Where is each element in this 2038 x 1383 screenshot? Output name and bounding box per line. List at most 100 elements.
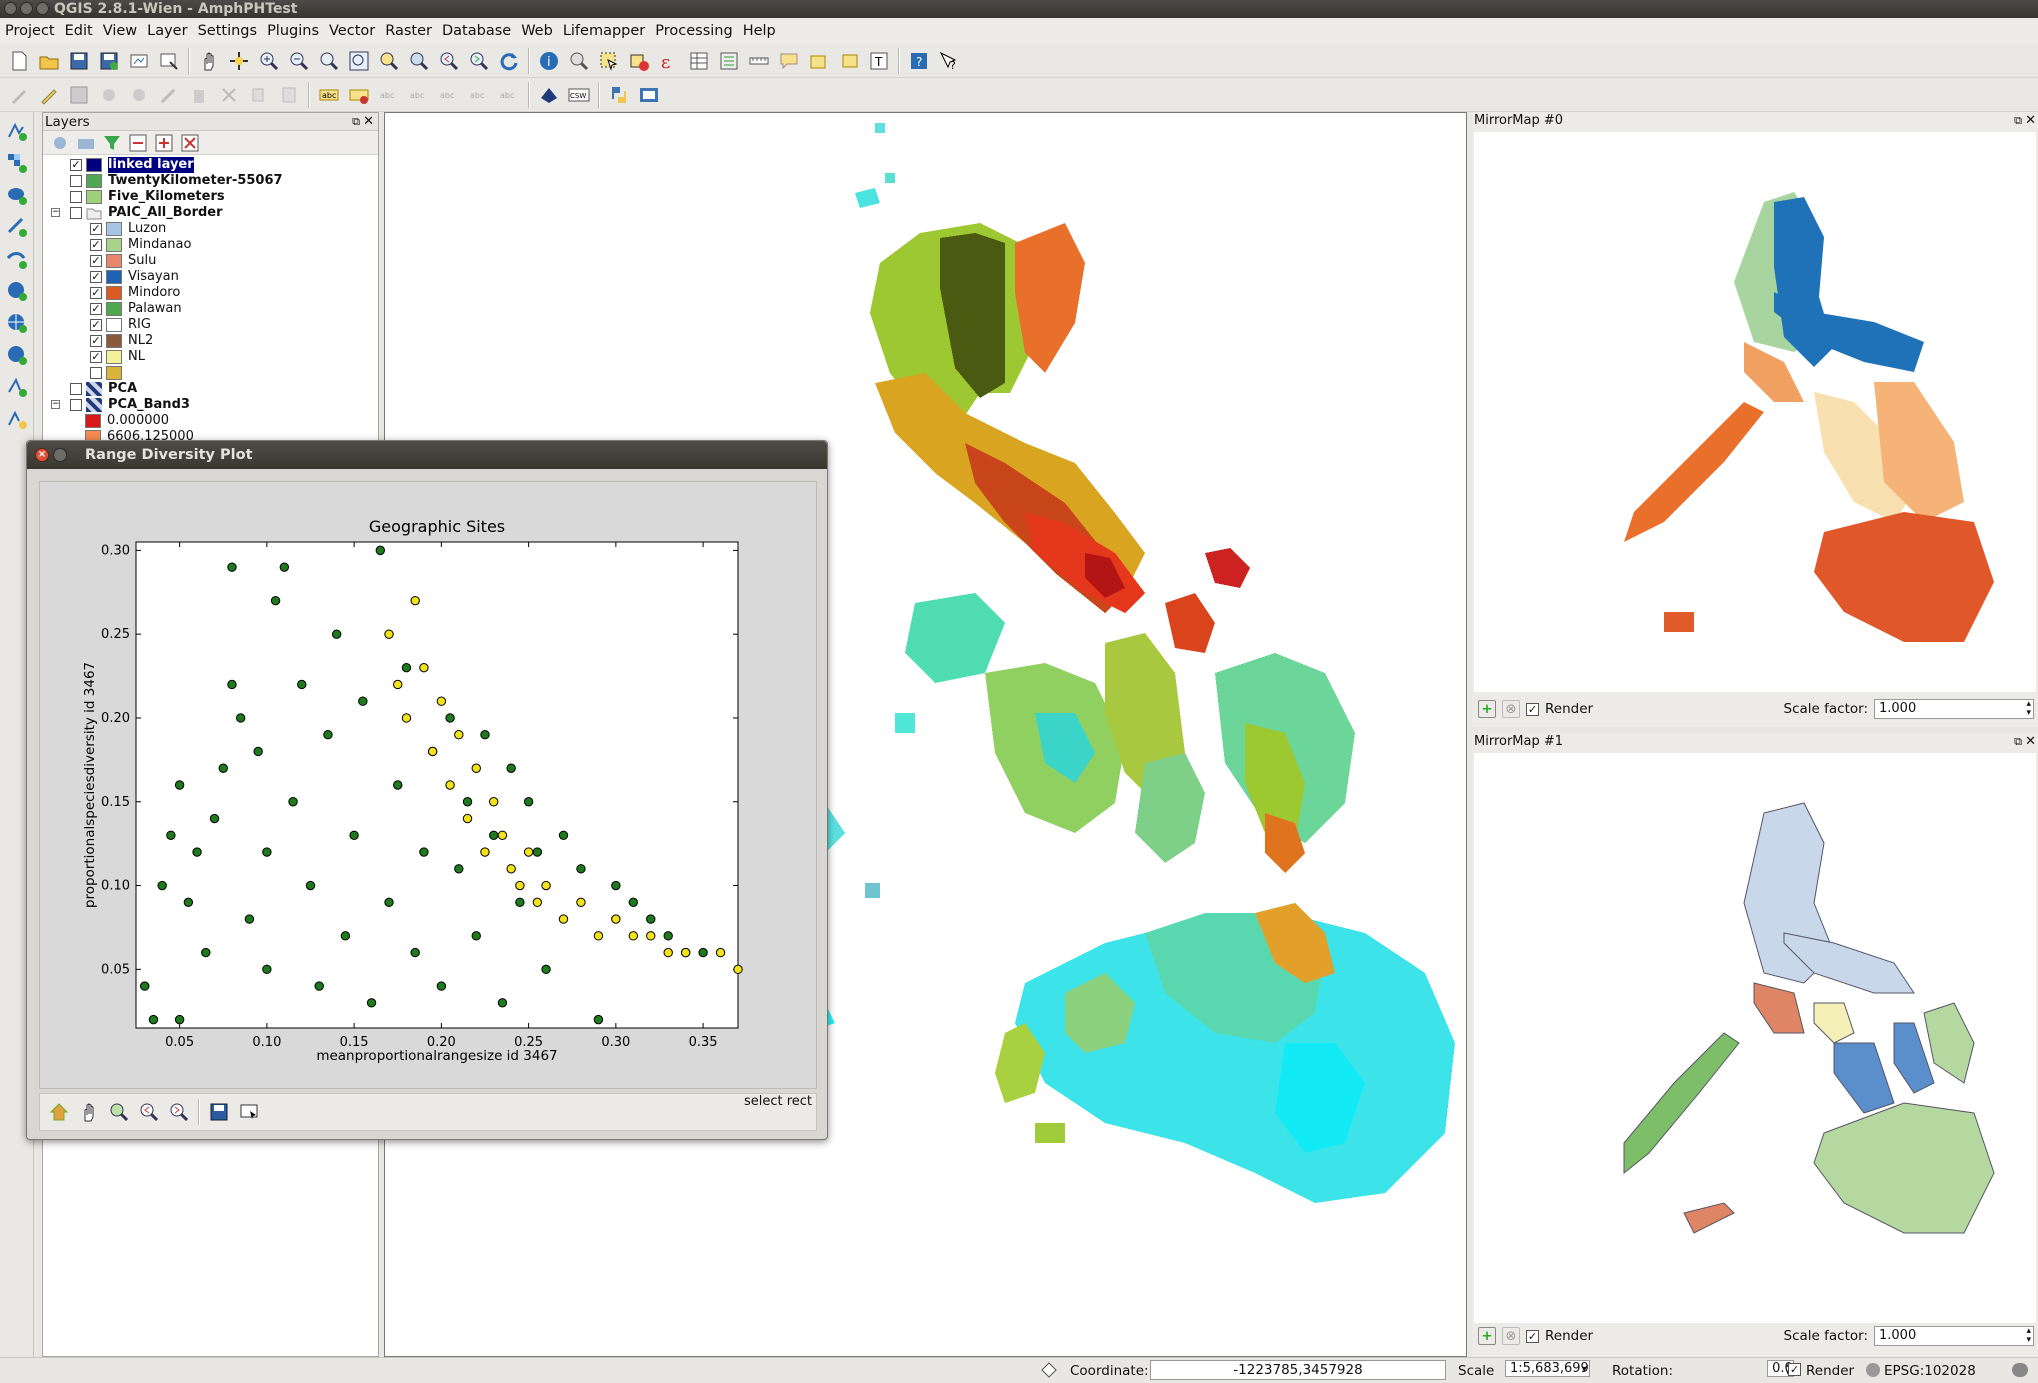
map-tip-bubble-icon[interactable] [776, 48, 802, 74]
scatter-point[interactable] [227, 679, 237, 690]
scatter-point[interactable] [454, 864, 464, 874]
deselect-icon[interactable] [626, 48, 652, 74]
crs-status[interactable]: EPSG:102028 [1884, 1363, 1976, 1379]
scatter-point[interactable] [401, 713, 412, 723]
layer-tree-item[interactable]: 0.000000 [43, 413, 378, 429]
scatter-point[interactable] [358, 696, 368, 706]
select-by-expression-icon[interactable]: ε [656, 48, 682, 74]
float-panel-icon[interactable]: ⧉ [352, 113, 360, 131]
add-mssql-layer-icon[interactable] [4, 246, 30, 272]
scatter-point[interactable] [576, 864, 586, 874]
layer-visibility-checkbox[interactable] [70, 191, 82, 203]
node-tool-icon[interactable] [156, 82, 182, 108]
layer-tree-item[interactable]: ✓ NL [43, 349, 378, 365]
select-features-icon[interactable] [596, 48, 622, 74]
scatter-point[interactable] [558, 914, 569, 924]
scatter-point[interactable] [576, 897, 586, 908]
new-bookmark-icon[interactable] [806, 48, 832, 74]
scatter-point[interactable] [497, 830, 508, 840]
scale-combo[interactable]: 1:5,683,699 ▾ [1505, 1360, 1590, 1377]
change-label-icon[interactable]: abc [496, 82, 522, 108]
scatter-point[interactable] [410, 595, 420, 606]
pin-labels-icon[interactable]: abc [376, 82, 402, 108]
scatter-point[interactable] [480, 730, 490, 740]
zoom-to-layer-icon[interactable] [406, 48, 432, 74]
new-shapefile-layer-icon[interactable] [4, 406, 30, 432]
add-wcs-layer-icon[interactable] [4, 342, 30, 368]
delete-selected-icon[interactable] [186, 82, 212, 108]
scatter-point[interactable] [384, 629, 394, 639]
scatter-point[interactable] [497, 998, 508, 1008]
scatter-point[interactable] [297, 679, 307, 690]
composer-manager-icon[interactable] [156, 48, 182, 74]
zoom-in-icon[interactable] [256, 48, 282, 74]
scatter-point[interactable] [174, 780, 185, 790]
render-checkbox[interactable]: ✓ [1526, 702, 1539, 716]
add-mirror-icon[interactable]: + [1478, 700, 1496, 718]
menu-vector[interactable]: Vector [326, 23, 382, 39]
scatter-point[interactable] [323, 730, 333, 740]
zoom-last-icon[interactable] [436, 48, 462, 74]
scatter-plot[interactable]: Geographic Sites meanproportionalrangesi… [40, 482, 816, 1088]
layer-visibility-checkbox[interactable] [70, 399, 82, 411]
zoom-icon[interactable] [106, 1099, 132, 1125]
scatter-point[interactable] [462, 813, 473, 824]
collapse-all-icon[interactable] [153, 133, 175, 153]
layer-tree-item[interactable]: ✓ Visayan [43, 269, 378, 285]
scatter-point[interactable] [715, 947, 726, 958]
messages-icon[interactable] [2012, 1363, 2028, 1377]
layer-tree-item[interactable]: ✓ RIG [43, 317, 378, 333]
home-icon[interactable] [46, 1099, 72, 1125]
scatter-point[interactable] [244, 914, 255, 924]
float-panel-icon[interactable]: ⧉ [2014, 112, 2022, 130]
menu-processing[interactable]: Processing [652, 23, 739, 39]
scatter-point[interactable] [140, 981, 150, 991]
scatter-point[interactable] [209, 813, 220, 824]
scatter-point[interactable] [157, 880, 167, 891]
select-rect-icon[interactable] [236, 1099, 262, 1125]
add-wfs-layer-icon[interactable] [4, 374, 30, 400]
scatter-point[interactable] [663, 931, 673, 941]
scatter-point[interactable] [227, 562, 237, 572]
zoom-next-icon[interactable] [466, 48, 492, 74]
layer-tree-item[interactable]: Five_Kilometers [43, 189, 378, 205]
scatter-point[interactable] [235, 713, 246, 723]
mirror-map-icon[interactable] [636, 82, 662, 108]
paste-features-icon[interactable] [276, 82, 302, 108]
lifemapper-icon[interactable] [536, 82, 562, 108]
menu-plugins[interactable]: Plugins [264, 23, 326, 39]
scatter-point[interactable] [663, 947, 673, 958]
layer-visibility-checkbox[interactable]: ✓ [90, 255, 102, 267]
scatter-point[interactable] [646, 931, 656, 941]
add-mirror-icon[interactable]: + [1478, 1327, 1496, 1345]
open-layer-styling-icon[interactable] [49, 133, 71, 153]
scatter-point[interactable] [462, 797, 473, 807]
menu-view[interactable]: View [100, 23, 144, 39]
scatter-point[interactable] [410, 947, 420, 958]
scatter-point[interactable] [532, 897, 543, 908]
scatter-point[interactable] [262, 847, 272, 857]
scatter-point[interactable] [611, 880, 621, 891]
expand-toggle-icon[interactable]: − [51, 400, 60, 409]
add-feature-icon[interactable] [96, 82, 122, 108]
layer-visibility-checkbox[interactable]: ✓ [90, 223, 102, 235]
close-dialog-icon[interactable]: × [35, 448, 49, 462]
scatter-point[interactable] [270, 595, 281, 606]
layer-tree-item[interactable]: ✓ Sulu [43, 253, 378, 269]
label-icon[interactable]: abc [316, 82, 342, 108]
scatter-point[interactable] [680, 947, 691, 958]
scatter-point[interactable] [733, 964, 743, 975]
menu-web[interactable]: Web [518, 23, 560, 39]
scatter-point[interactable] [375, 545, 385, 556]
scatter-point[interactable] [515, 897, 525, 908]
field-calculator-icon[interactable] [716, 48, 742, 74]
layer-visibility-checkbox[interactable]: ✓ [70, 159, 82, 171]
float-panel-icon[interactable]: ⧉ [2014, 733, 2022, 751]
maximize-dialog-icon[interactable] [53, 448, 67, 462]
show-hide-labels-icon[interactable]: abc [406, 82, 432, 108]
show-bookmarks-icon[interactable] [836, 48, 862, 74]
new-project-icon[interactable] [6, 48, 32, 74]
render-checkbox[interactable]: ✓ [1526, 1329, 1539, 1343]
menu-raster[interactable]: Raster [382, 23, 439, 39]
new-print-composer-icon[interactable] [126, 48, 152, 74]
